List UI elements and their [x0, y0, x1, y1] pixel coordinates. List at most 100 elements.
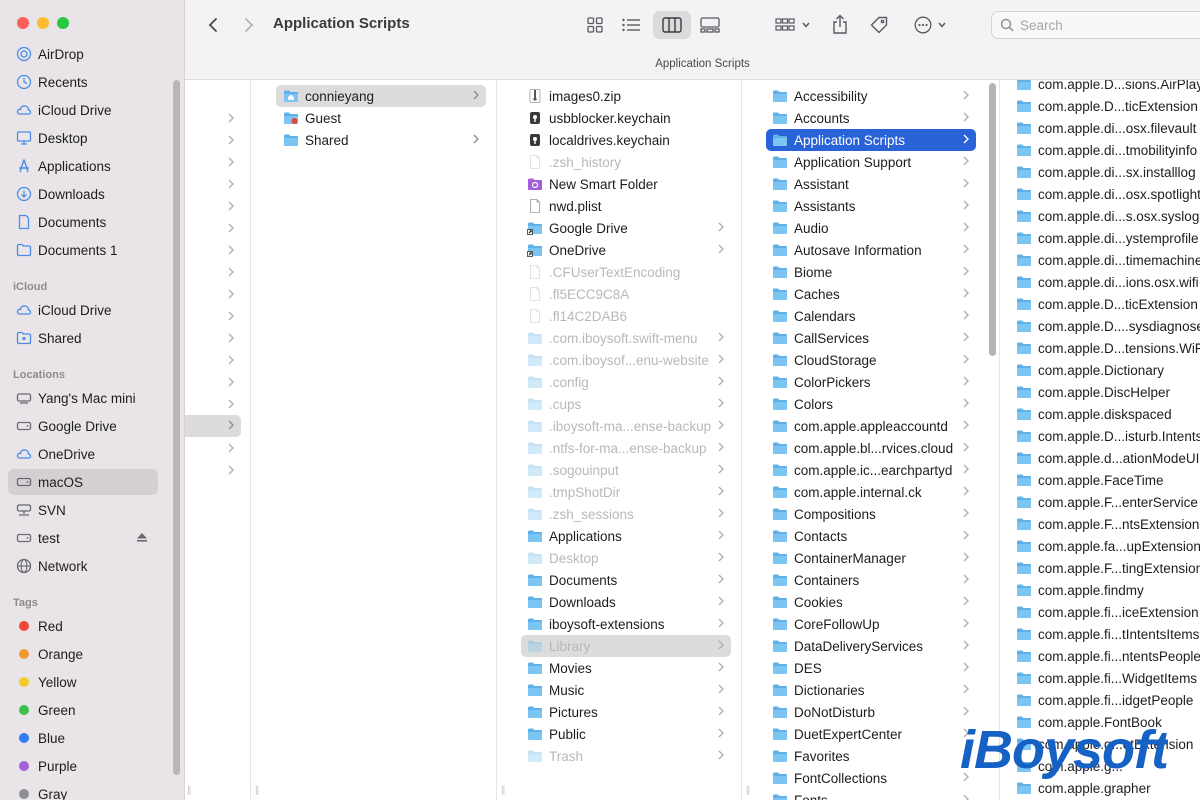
minimize-window-button[interactable] — [37, 17, 49, 29]
library-scrollbar[interactable] — [989, 83, 996, 356]
file-row-nwd-plist[interactable]: nwd.plist — [521, 195, 731, 217]
file-row-script[interactable]: com.apple.di...ystemprofile — [1014, 227, 1200, 249]
sidebar-tag-red[interactable]: Red — [8, 613, 158, 639]
file-row-localdrives-keychain[interactable]: localdrives.keychain — [521, 129, 731, 151]
file-row-calendars[interactable]: Calendars — [766, 305, 976, 327]
file-row-script[interactable]: com.apple.fi...tIntentsItems — [1014, 623, 1200, 645]
file-row-pictures[interactable]: Pictures — [521, 701, 731, 723]
file-row-script[interactable]: com.apple.Dictionary — [1014, 359, 1200, 381]
file-row-script[interactable]: com.apple.di...sx.installlog — [1014, 161, 1200, 183]
file-row-downloads[interactable]: Downloads — [521, 591, 731, 613]
column-resize-handle[interactable]: || — [255, 785, 259, 796]
sidebar-item-shared[interactable]: Shared — [8, 325, 158, 351]
file-row-com-iboysoft-swift-menu[interactable]: .com.iboysoft.swift-menu — [521, 327, 731, 349]
file-row-script[interactable]: com.apple.di...tmobilityinfo — [1014, 139, 1200, 161]
file-row-application-support[interactable]: Application Support — [766, 151, 976, 173]
file-row-script[interactable]: com.apple.di...ions.osx.wifi — [1014, 271, 1200, 293]
users-column[interactable]: connieyang Guest Shared || — [251, 80, 497, 800]
sidebar-item-downloads[interactable]: Downloads — [8, 181, 158, 207]
sidebar-item-desktop[interactable]: Desktop — [8, 125, 158, 151]
file-row-cfusertextencoding[interactable]: .CFUserTextEncoding — [521, 261, 731, 283]
file-row-desktop[interactable]: Desktop — [521, 547, 731, 569]
file-row-colors[interactable]: Colors — [766, 393, 976, 415]
file-row-script[interactable]: com.apple.fi...iceExtension — [1014, 601, 1200, 623]
file-row-tmpshotdir[interactable]: .tmpShotDir — [521, 481, 731, 503]
file-row-script[interactable]: com.apple.fi...WidgetItems — [1014, 667, 1200, 689]
file-row-script[interactable]: com.apple.DiscHelper — [1014, 381, 1200, 403]
sidebar-item-onedrive[interactable]: OneDrive — [8, 441, 158, 467]
root-column[interactable]: || — [185, 80, 251, 800]
file-row-iboysoft-ma-ense-backup[interactable]: .iboysoft-ma...ense-backup — [521, 415, 731, 437]
file-row-com-apple-bl-rvices-cloud[interactable]: com.apple.bl...rvices.cloud — [766, 437, 976, 459]
file-row-compositions[interactable]: Compositions — [766, 503, 976, 525]
file-row-com-iboysof-enu-website[interactable]: .com.iboysof...enu-website — [521, 349, 731, 371]
file-row-zsh-sessions[interactable]: .zsh_sessions — [521, 503, 731, 525]
sidebar-tag-purple[interactable]: Purple — [8, 753, 158, 779]
file-row-script[interactable]: com.apple.F...ntsExtension — [1014, 513, 1200, 535]
file-row-audio[interactable]: Audio — [766, 217, 976, 239]
sidebar-item-airdrop[interactable]: AirDrop — [8, 41, 158, 67]
file-row-usbblocker-keychain[interactable]: usbblocker.keychain — [521, 107, 731, 129]
file-row-fl14c2dab6[interactable]: .fl14C2DAB6 — [521, 305, 731, 327]
file-row-sogouinput[interactable]: .sogouinput — [521, 459, 731, 481]
sidebar-scrollbar[interactable] — [173, 80, 180, 775]
file-row-images0-zip[interactable]: images0.zip — [521, 85, 731, 107]
file-row-com-apple-appleaccountd[interactable]: com.apple.appleaccountd — [766, 415, 976, 437]
column-view-button[interactable] — [660, 13, 684, 37]
column-resize-handle[interactable]: || — [187, 785, 191, 796]
file-row-movies[interactable]: Movies — [521, 657, 731, 679]
more-actions-button[interactable] — [910, 13, 950, 37]
file-row-script[interactable]: com.apple.D...isturb.Intents — [1014, 425, 1200, 447]
file-row-music[interactable]: Music — [521, 679, 731, 701]
sidebar-item-yang-s-mac-mini[interactable]: Yang's Mac mini — [8, 385, 158, 411]
file-row-script[interactable]: com.apple.D...ticExtension — [1014, 95, 1200, 117]
file-row-script[interactable]: com.apple.F...tingExtension — [1014, 557, 1200, 579]
file-row-accounts[interactable]: Accounts — [766, 107, 976, 129]
file-row-script[interactable]: com.apple.fi...idgetPeople — [1014, 689, 1200, 711]
sidebar-item-icloud-drive[interactable]: iCloud Drive — [8, 97, 158, 123]
sidebar-tag-yellow[interactable]: Yellow — [8, 669, 158, 695]
file-row-script[interactable]: com.apple.fa...upExtension — [1014, 535, 1200, 557]
file-row-script[interactable]: com.apple.diskspaced — [1014, 403, 1200, 425]
file-row-trash[interactable]: Trash — [521, 745, 731, 767]
sidebar-item-svn[interactable]: SVN — [8, 497, 158, 523]
file-row-containers[interactable]: Containers — [766, 569, 976, 591]
file-row-cookies[interactable]: Cookies — [766, 591, 976, 613]
application-scripts-column[interactable]: com.apple.D...sions.AirPlay com.apple.D..… — [1000, 80, 1200, 800]
sidebar-item-recents[interactable]: Recents — [8, 69, 158, 95]
file-row-config[interactable]: .config — [521, 371, 731, 393]
file-row-callservices[interactable]: CallServices — [766, 327, 976, 349]
column-resize-handle[interactable]: || — [746, 785, 750, 796]
search-field[interactable] — [991, 11, 1200, 39]
file-row-applications[interactable]: Applications — [521, 525, 731, 547]
file-row-script[interactable]: com.apple.findmy — [1014, 579, 1200, 601]
file-row-script[interactable]: com.apple.di...timemachine — [1014, 249, 1200, 271]
sidebar-tag-gray[interactable]: Gray — [8, 781, 158, 800]
file-row-script[interactable]: com.apple.D...sions.AirPlay — [1014, 80, 1200, 95]
sidebar-item-google-drive[interactable]: Google Drive — [8, 413, 158, 439]
file-row-guest[interactable]: Guest — [276, 107, 486, 129]
file-row-cloudstorage[interactable]: CloudStorage — [766, 349, 976, 371]
file-row-iboysoft-extensions[interactable]: iboysoft-extensions — [521, 613, 731, 635]
eject-icon[interactable] — [136, 531, 148, 546]
file-row-script[interactable]: com.apple.D...ticExtension — [1014, 293, 1200, 315]
sidebar-item-icloud-drive[interactable]: iCloud Drive — [8, 297, 158, 323]
column-resize-handle[interactable]: || — [501, 785, 505, 796]
file-row-donotdisturb[interactable]: DoNotDisturb — [766, 701, 976, 723]
forward-button[interactable] — [239, 14, 259, 36]
sidebar-item-applications[interactable]: Applications — [8, 153, 158, 179]
search-input[interactable] — [1020, 17, 1200, 33]
file-row-duetexpertcenter[interactable]: DuetExpertCenter — [766, 723, 976, 745]
file-row-ntfs-for-ma-ense-backup[interactable]: .ntfs-for-ma...ense-backup — [521, 437, 731, 459]
file-row-onedrive[interactable]: OneDrive — [521, 239, 731, 261]
file-row-assistants[interactable]: Assistants — [766, 195, 976, 217]
home-column[interactable]: images0.zip usbblocker.keychain localdrive… — [497, 80, 742, 800]
file-row-com-apple-internal-ck[interactable]: com.apple.internal.ck — [766, 481, 976, 503]
file-row-favorites[interactable]: Favorites — [766, 745, 976, 767]
file-row-datadeliveryservices[interactable]: DataDeliveryServices — [766, 635, 976, 657]
gallery-view-button[interactable] — [698, 13, 722, 37]
file-row-public[interactable]: Public — [521, 723, 731, 745]
file-row-fonts[interactable]: Fonts — [766, 789, 976, 800]
sidebar-tag-blue[interactable]: Blue — [8, 725, 158, 751]
back-button[interactable] — [203, 14, 223, 36]
